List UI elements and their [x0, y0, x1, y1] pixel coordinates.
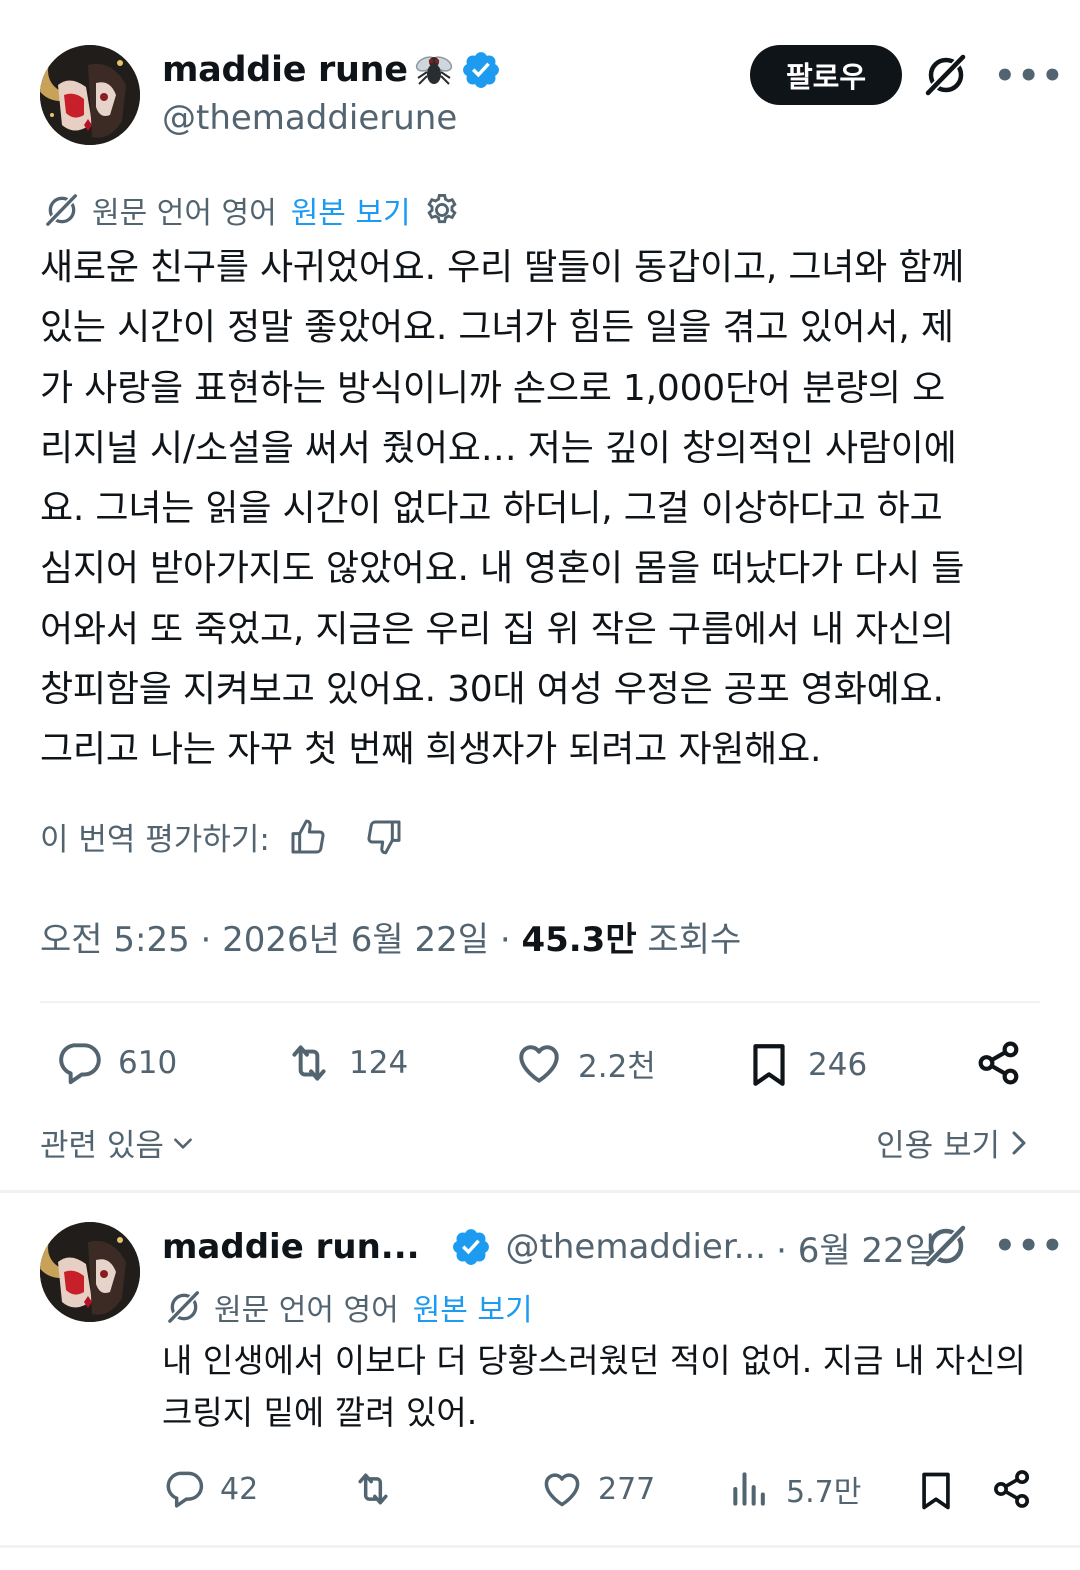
reply-like-button[interactable]: 277 [540, 1467, 655, 1511]
bookmark-icon [744, 1038, 808, 1092]
share-icon [990, 1467, 1048, 1511]
tweet-text-line: 창피함을 지켜보고 있어요. 30대 여성 우정은 공포 영화예요. [40, 669, 944, 711]
related-toggle[interactable]: 관련 있음 [40, 1120, 196, 1165]
grok-translate-icon [42, 190, 82, 230]
fly-emoji-icon [412, 48, 456, 92]
divider [40, 1001, 1040, 1003]
views-count: 45.3만 [521, 920, 637, 960]
reply-button[interactable]: 610 [54, 1038, 177, 1088]
view-quotes-link[interactable]: 인용 보기 [876, 1120, 1030, 1165]
follow-button[interactable]: 팔로우 [750, 45, 902, 105]
reply-display-name[interactable]: maddie run... [162, 1227, 420, 1267]
reply-translation-label: 원문 언어 영어 [214, 1293, 399, 1328]
tweet-text-line: 심지어 받아가지도 않았어요. 내 영혼이 몸을 떠났다가 다시 들 [40, 548, 965, 590]
view-quotes-label: 인용 보기 [876, 1128, 1000, 1164]
rate-translation-label: 이 번역 평가하기: [40, 822, 270, 858]
tweet-text-line: 새로운 친구를 사귀었어요. 우리 딸들이 동갑이고, 그녀와 함께 [40, 247, 965, 288]
reply-text-line: 크링지 밑에 깔려 있어. [162, 1393, 478, 1432]
reply-reply-button[interactable]: 42 [162, 1467, 258, 1511]
reply-translation-info: 원문 언어 영어 원본 보기 [164, 1285, 533, 1329]
tweet-text-line: 리지널 시/소설을 써서 줬어요… 저는 깊이 창의적인 사람이에 [40, 427, 957, 469]
reply-show-original-link[interactable]: 원본 보기 [413, 1285, 533, 1329]
retweet-button[interactable]: 124 [283, 1038, 408, 1088]
tweet-text: 새로운 친구를 사귀었어요. 우리 딸들이 동갑이고, 그녀와 함께 있는 시간… [40, 238, 1040, 781]
thumbs-down-icon[interactable] [364, 817, 404, 857]
reply-reply-count: 42 [220, 1471, 259, 1507]
reply-date[interactable]: · 6월 22일 [776, 1223, 936, 1272]
verified-badge-icon[interactable] [450, 1226, 492, 1268]
grok-translate-icon[interactable] [922, 1222, 970, 1270]
author-avatar[interactable] [40, 45, 140, 145]
reply-text: 내 인생에서 이보다 더 당황스러웠던 적이 없어. 지금 내 자신의 크링지 … [162, 1335, 1052, 1439]
reply-icon [54, 1038, 118, 1088]
reply-bookmark-button[interactable] [914, 1467, 972, 1515]
tweet-text-line: 어와서 또 죽었고, 지금은 우리 집 위 작은 구름에서 내 자신의 [40, 608, 954, 650]
like-icon [514, 1038, 578, 1088]
bottom-divider [0, 1545, 1080, 1548]
like-button[interactable]: 2.2천 [514, 1038, 656, 1088]
reply-views-count: 5.7만 [786, 1475, 862, 1510]
bookmark-button[interactable]: 246 [744, 1038, 867, 1092]
reply-text-line: 내 인생에서 이보다 더 당황스러웠던 적이 없어. 지금 내 자신의 [162, 1341, 1026, 1380]
verified-badge-icon[interactable] [460, 49, 502, 91]
author-display-name[interactable]: maddie rune [162, 50, 408, 90]
share-button[interactable] [974, 1038, 1038, 1088]
reply-count: 610 [118, 1045, 178, 1081]
more-options-button[interactable]: ••• [994, 56, 1065, 96]
reply-handle[interactable]: @themaddier... [506, 1227, 767, 1267]
reply-icon [162, 1467, 220, 1511]
like-count: 2.2천 [578, 1048, 656, 1085]
reply-retweet-button[interactable] [350, 1467, 410, 1511]
views-icon [728, 1467, 786, 1511]
chevron-right-icon [1008, 1128, 1030, 1158]
reply-author-avatar[interactable] [40, 1222, 140, 1322]
author-handle[interactable]: @themaddierune [162, 98, 457, 138]
grok-translate-icon [164, 1287, 204, 1327]
reply-views-button[interactable]: 5.7만 [728, 1467, 861, 1511]
translation-label: 원문 언어 영어 [92, 196, 277, 231]
related-label: 관련 있음 [40, 1128, 164, 1164]
show-original-link[interactable]: 원본 보기 [291, 188, 411, 232]
translation-info: 원문 언어 영어 원본 보기 [42, 188, 461, 232]
tweet-text-line: 가 사랑을 표현하는 방식이니까 손으로 1,000단어 분량의 오 [40, 367, 946, 409]
share-icon [974, 1038, 1038, 1088]
chevron-down-icon [170, 1130, 196, 1156]
reply-header: maddie run... @themaddier... · 6월 22일 [162, 1222, 936, 1272]
retweet-icon [283, 1038, 349, 1088]
tweet-text-line: 요. 그녀는 읽을 시간이 없다고 하더니, 그걸 이상하다고 하고 [40, 488, 943, 530]
tweet-text-line: 있는 시간이 정말 좋았어요. 그녀가 힘든 일을 겪고 있어서, 제 [40, 307, 954, 349]
retweet-icon [350, 1467, 410, 1511]
grok-translate-icon[interactable] [922, 51, 970, 99]
tweet-text-line: 그리고 나는 자꾸 첫 번째 희생자가 되려고 자원해요. [40, 729, 822, 771]
reply-like-count: 277 [598, 1471, 656, 1507]
reply-more-options-button[interactable]: ••• [994, 1226, 1065, 1266]
bookmark-count: 246 [808, 1047, 868, 1083]
section-divider [0, 1190, 1080, 1193]
thumbs-up-icon[interactable] [288, 817, 328, 857]
tweet-meta: 오전 5:25 · 2026년 6월 22일 · 45.3만 조회수 [40, 912, 741, 961]
gear-icon[interactable] [423, 191, 461, 229]
author-name-row[interactable]: maddie rune [162, 44, 502, 96]
tweet-timestamp[interactable]: 오전 5:25 · 2026년 6월 22일 · [40, 920, 521, 960]
bookmark-icon [914, 1467, 972, 1515]
like-icon [540, 1467, 598, 1511]
views-label: 조회수 [636, 920, 742, 960]
reply-share-button[interactable] [990, 1467, 1048, 1511]
retweet-count: 124 [349, 1045, 409, 1081]
rate-translation: 이 번역 평가하기: [40, 814, 404, 859]
